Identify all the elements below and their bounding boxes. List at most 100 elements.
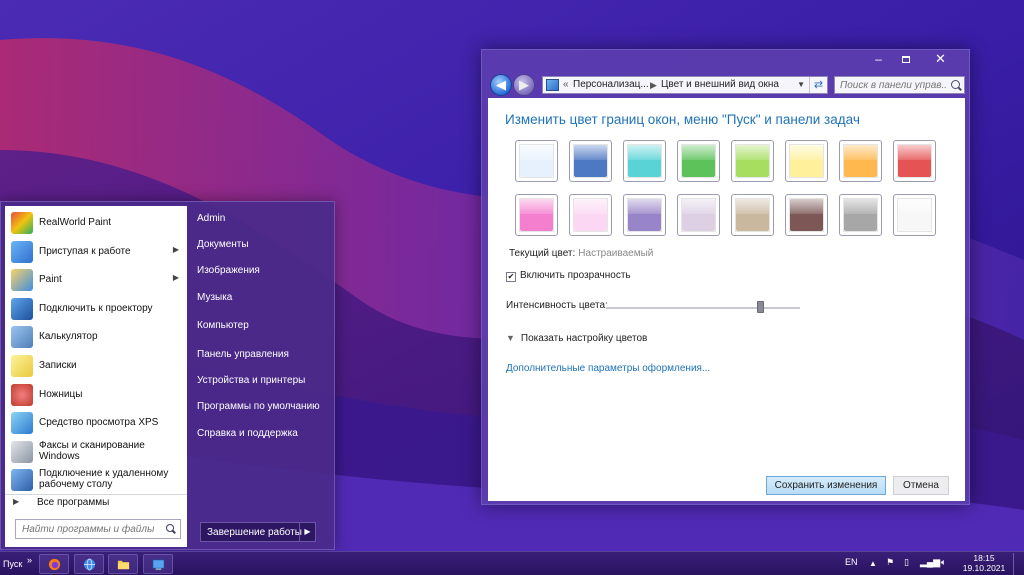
start-program-item[interactable]: Подключить к проектору xyxy=(5,294,187,322)
start-button[interactable]: Пуск xyxy=(3,559,22,569)
shutdown-options-icon[interactable]: ▶ xyxy=(299,523,315,541)
show-desktop-button[interactable] xyxy=(1013,553,1023,575)
start-program-label: Ножницы xyxy=(39,388,83,400)
cancel-button[interactable]: Отмена xyxy=(893,476,949,495)
start-program-item[interactable]: Калькулятор xyxy=(5,322,187,350)
start-search-box[interactable] xyxy=(15,519,181,539)
show-color-mixer-label[interactable]: Показать настройку цветов xyxy=(521,333,647,344)
current-color-value: Настраиваемый xyxy=(578,248,654,259)
address-dropdown-icon[interactable]: ▼ xyxy=(797,77,805,93)
color-swatch-taupe[interactable] xyxy=(731,194,774,236)
start-program-item[interactable]: Ножницы xyxy=(5,380,187,408)
taskbar-app-control-panel[interactable] xyxy=(143,554,173,574)
action-center-flag-icon[interactable]: ⚑ xyxy=(886,557,894,568)
volume-icon[interactable]: 🔈︎ xyxy=(941,557,946,568)
intensity-slider-track[interactable] xyxy=(606,307,800,309)
shutdown-button[interactable]: Завершение работы ▶ xyxy=(200,522,316,542)
start-program-label: Записки xyxy=(39,360,77,371)
control-panel-search-input[interactable] xyxy=(835,77,947,93)
search-icon[interactable] xyxy=(166,524,174,532)
color-swatch-frost[interactable] xyxy=(893,194,936,236)
refresh-button[interactable]: ⇄ xyxy=(809,77,827,93)
toolbar-overflow-button[interactable]: » xyxy=(27,555,32,565)
start-place-item[interactable]: Документы xyxy=(197,239,249,250)
color-swatch-slate[interactable] xyxy=(839,194,882,236)
save-changes-button[interactable]: Сохранить изменения xyxy=(766,476,886,495)
start-place-item[interactable]: Программы по умолчанию xyxy=(197,401,320,412)
close-button[interactable]: ✕ xyxy=(919,50,962,68)
current-color-label: Текущий цвет: xyxy=(509,248,576,259)
submenu-arrow-icon[interactable]: ▶ xyxy=(173,273,179,282)
maximize-icon xyxy=(901,56,910,63)
start-program-item[interactable]: Подключение к удаленному рабочему столу xyxy=(5,465,187,493)
show-color-mixer[interactable]: ▼ Показать настройку цветов xyxy=(506,333,647,344)
color-swatch-fill xyxy=(682,145,715,177)
transparency-checkbox[interactable]: ✔ xyxy=(506,272,516,282)
breadcrumb-separator-icon[interactable]: ▶ xyxy=(650,77,657,93)
start-place-item[interactable]: Музыка xyxy=(197,292,232,303)
color-swatch-fill xyxy=(628,199,661,231)
start-search-input[interactable] xyxy=(16,520,161,538)
start-program-item[interactable]: Paint ▶ xyxy=(5,265,187,293)
breadcrumb-overflow[interactable]: « xyxy=(563,77,569,93)
start-place-item[interactable]: Панель управления xyxy=(197,349,289,360)
forward-button[interactable]: ▶ xyxy=(513,74,535,96)
color-swatch-chocolate[interactable] xyxy=(785,194,828,236)
start-program-label: Средство просмотра XPS xyxy=(39,417,159,429)
show-hidden-icons-icon[interactable]: ▲ xyxy=(869,559,877,568)
getting-started-icon xyxy=(11,240,33,263)
color-swatch-fill xyxy=(628,145,661,177)
breadcrumb-color-appearance[interactable]: Цвет и внешний вид окна xyxy=(661,77,779,93)
search-icon[interactable] xyxy=(951,80,960,89)
color-swatch-blush[interactable] xyxy=(569,194,612,236)
start-place-item[interactable]: Справка и поддержка xyxy=(197,428,298,439)
color-swatch-leaf[interactable] xyxy=(677,140,720,182)
submenu-arrow-icon[interactable]: ▶ xyxy=(173,245,179,254)
address-bar[interactable]: « Персонализац... ▶ Цвет и внешний вид о… xyxy=(542,76,828,94)
start-place-item[interactable]: Изображения xyxy=(197,265,260,276)
color-swatch-violet[interactable] xyxy=(623,194,666,236)
start-place-item[interactable]: Компьютер xyxy=(197,320,249,331)
clock-date[interactable]: 19.10.2021 xyxy=(962,563,1006,573)
intensity-slider-thumb[interactable] xyxy=(757,301,765,313)
color-swatch-fill xyxy=(574,145,607,177)
breadcrumb-personalization[interactable]: Персонализац... xyxy=(573,77,649,93)
start-program-item[interactable]: Записки xyxy=(5,351,187,379)
start-program-item[interactable]: RealWorld Paint xyxy=(5,208,187,236)
clock-time[interactable]: 18:15 xyxy=(962,553,1006,563)
control-panel-search[interactable] xyxy=(834,76,965,94)
color-swatch-lavender[interactable] xyxy=(677,194,720,236)
taskbar-app-browser[interactable] xyxy=(74,554,104,574)
taskbar-app-explorer[interactable] xyxy=(108,554,138,574)
advanced-appearance-link[interactable]: Дополнительные параметры оформления... xyxy=(506,363,710,374)
color-swatch-sea[interactable] xyxy=(623,140,666,182)
start-program-item[interactable]: Средство просмотра XPS xyxy=(5,408,187,436)
network-signal-icon[interactable]: ▂▄▆ xyxy=(920,557,940,568)
maximize-button[interactable] xyxy=(892,50,919,68)
minimize-button[interactable]: – xyxy=(865,50,892,68)
start-program-item[interactable]: Факсы и сканирование Windows xyxy=(5,437,187,465)
clock[interactable]: 18:15 19.10.2021 xyxy=(962,553,1006,573)
color-swatch-fuchsia[interactable] xyxy=(515,194,558,236)
color-swatch-tangerine[interactable] xyxy=(839,140,882,182)
color-swatch-sky[interactable] xyxy=(515,140,558,182)
battery-icon[interactable]: ▯ xyxy=(904,557,909,568)
start-program-label: Факсы и сканирование Windows xyxy=(39,439,145,462)
transparency-label[interactable]: Включить прозрачность xyxy=(520,270,631,281)
all-programs-button[interactable]: ▶ Все программы xyxy=(5,494,187,510)
color-swatch-twilight[interactable] xyxy=(569,140,612,182)
sticky-notes-icon xyxy=(11,355,33,377)
taskbar-app-firefox[interactable] xyxy=(39,554,69,574)
back-button[interactable]: ◀ xyxy=(490,74,512,96)
color-swatch-lime[interactable] xyxy=(731,140,774,182)
start-place-item[interactable]: Устройства и принтеры xyxy=(197,375,305,386)
transparency-option[interactable]: ✔ Включить прозрачность xyxy=(506,270,631,282)
language-indicator[interactable]: EN xyxy=(845,557,858,567)
start-place-item[interactable]: Admin xyxy=(197,213,225,224)
color-swatch-ruby[interactable] xyxy=(893,140,936,182)
taskbar: Пуск » EN ▲ ⚑ ▯ ▂▄▆ 🔈︎ 18:15 19.10.2021 xyxy=(0,551,1024,575)
shutdown-label[interactable]: Завершение работы xyxy=(207,527,302,538)
start-program-item[interactable]: Приступая к работе ▶ xyxy=(5,237,187,265)
chevron-down-icon[interactable]: ▼ xyxy=(506,333,515,343)
color-swatch-lemon[interactable] xyxy=(785,140,828,182)
